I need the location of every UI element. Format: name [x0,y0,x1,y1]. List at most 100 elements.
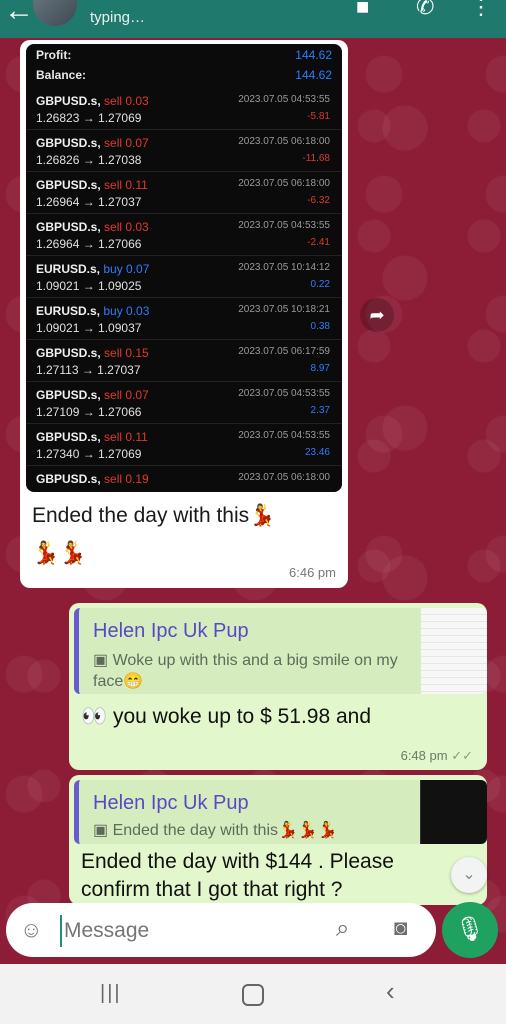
trade-profit: 0.22 [310,279,330,290]
outgoing-message-bubble[interactable]: Helen Ipc Uk Pup ▣ Woke up with this and… [69,603,487,770]
summary-label: Balance: [36,68,87,82]
quoted-image-thumbnail [421,608,487,694]
trade-side: buy 0.07 [103,262,150,276]
outgoing-message-bubble[interactable]: Helen Ipc Uk Pup ▣ Ended the day with th… [69,775,487,905]
trade-symbol: GBPUSD.s, sell 0.03 [36,220,149,234]
trade-prices: 1.27113 → 1.27037 [36,363,141,377]
trade-symbol: GBPUSD.s, sell 0.11 [36,430,148,444]
summary-label: Profit: [36,48,72,62]
symbol-text: GBPUSD.s, [36,178,101,192]
recent-apps-icon[interactable]: ||| [100,982,122,1005]
emoji-icon[interactable]: ☺ [20,917,42,943]
trade-side: sell 0.03 [104,220,149,234]
summary-row-balance: Balance: 144.62 [26,64,342,88]
trade-side: sell 0.07 [104,136,149,150]
trade-time: 2023.07.05 06:18:00 [238,472,330,483]
message-caption: Ended the day with this💃 [32,504,276,527]
trade-profit: -11.68 [302,153,330,164]
camera-icon[interactable]: ◙ [394,915,407,941]
trade-time: 2023.07.05 04:53:55 [238,430,330,441]
trade-row: GBPUSD.s, sell 0.07 1.27109 → 1.27066 2023… [26,381,342,423]
trade-row: EURUSD.s, buy 0.03 1.09021 → 1.09037 2023.… [26,297,342,339]
microphone-button[interactable]: 🎙 [442,902,498,958]
symbol-text: GBPUSD.s, [36,94,101,108]
double-check-icon: ✓✓ [451,748,473,763]
trade-symbol: EURUSD.s, buy 0.03 [36,304,149,318]
incoming-message-bubble[interactable]: Profit: 144.62 Balance: 144.62 GBPUSD.s,… [20,40,348,588]
trade-time: 2023.07.05 10:18:21 [238,304,330,315]
trade-symbol: GBPUSD.s, sell 0.11 [36,178,148,192]
trade-prices: 1.26964 → 1.27066 [36,237,142,251]
trade-time: 2023.07.05 10:14:12 [238,262,330,273]
trade-row: EURUSD.s, buy 0.07 1.09021 → 1.09025 2023.… [26,255,342,297]
back-icon[interactable]: ‹ [386,976,395,1007]
trade-side: sell 0.11 [104,430,148,444]
trade-prices: 1.26823 → 1.27069 [36,111,142,125]
trade-symbol: GBPUSD.s, sell 0.07 [36,136,149,150]
forward-icon[interactable]: ➦ [360,298,394,332]
trade-profit: 0.38 [310,321,330,332]
message-text: Ended the day with $144 . Please confirm… [81,850,394,901]
trade-time: 2023.07.05 06:18:00 [238,178,330,189]
trade-symbol: GBPUSD.s, sell 0.03 [36,94,149,108]
trade-side: sell 0.07 [104,388,149,402]
symbol-text: GBPUSD.s, [36,388,101,402]
trade-symbol: GBPUSD.s, sell 0.19 [36,472,149,486]
message-input[interactable] [60,915,336,947]
contact-avatar[interactable] [33,0,77,26]
image-icon: ▣ [93,652,113,669]
symbol-text: EURUSD.s, [36,304,101,318]
trade-profit: -2.41 [307,237,330,248]
message-meta: 6:48 pm ✓✓ [401,748,473,764]
trade-profit: -6.32 [307,195,330,206]
message-text: 👀 you woke up to $ 51.98 and [81,705,372,728]
trade-prices: 1.27109 → 1.27066 [36,405,142,419]
trade-prices: 1.09021 → 1.09025 [36,279,142,293]
symbol-text: GBPUSD.s, [36,136,101,150]
attachment-icon[interactable]: ⌕ [336,915,349,943]
summary-value: 144.62 [295,68,332,82]
trade-prices: 1.27340 → 1.27069 [36,447,142,461]
message-emoji-line: 💃💃 [32,540,87,565]
trade-profit: 8.97 [310,363,330,374]
scroll-down-button[interactable]: ⌄ [451,857,487,893]
symbol-text: GBPUSD.s, [36,430,101,444]
message-input-bar: ☺ ⌕ ◙ [6,903,436,957]
home-icon[interactable] [242,984,264,1006]
voice-call-icon[interactable]: ✆ [416,0,434,20]
trade-row: GBPUSD.s, sell 0.03 1.26823 → 1.27069 2023… [26,88,342,129]
message-time: 6:48 pm [400,748,448,763]
trade-profit: 2.37 [310,405,330,416]
chat-header: ← typing… ■ ✆ ⋮ [0,0,506,38]
trade-profit: 23.46 [304,447,330,458]
trade-prices: 1.26826 → 1.27038 [36,153,142,167]
quoted-text: Woke up with this and a big smile on my … [93,652,398,690]
trading-history-image[interactable]: Profit: 144.62 Balance: 144.62 GBPUSD.s,… [26,44,342,492]
trade-row: GBPUSD.s, sell 0.11 1.27340 → 1.27069 2023… [26,423,342,465]
symbol-text: GBPUSD.s, [36,472,101,486]
quoted-message[interactable]: Helen Ipc Uk Pup ▣ Ended the day with th… [74,780,487,844]
trade-symbol: EURUSD.s, buy 0.07 [36,262,149,276]
more-options-icon[interactable]: ⋮ [470,0,492,20]
quoted-sender-name: Helen Ipc Uk Pup [93,620,249,642]
trade-time: 2023.07.05 04:53:55 [238,94,330,105]
trade-side: sell 0.15 [104,346,149,360]
back-arrow-icon[interactable]: ← [4,0,34,28]
message-time: 6:46 pm [289,565,336,580]
trade-time: 2023.07.05 06:18:00 [238,136,330,147]
trade-symbol: GBPUSD.s, sell 0.07 [36,388,149,402]
trade-symbol: GBPUSD.s, sell 0.15 [36,346,149,360]
symbol-text: GBPUSD.s, [36,220,101,234]
quoted-text-wrap: ▣ Ended the day with this💃💃💃 [93,820,338,841]
symbol-text: GBPUSD.s, [36,346,101,360]
quoted-sender-name: Helen Ipc Uk Pup [93,792,249,814]
trade-side: sell 0.19 [104,472,149,486]
quoted-text-wrap: ▣ Woke up with this and a big smile on m… [93,650,413,692]
quoted-message[interactable]: Helen Ipc Uk Pup ▣ Woke up with this and… [74,608,487,694]
symbol-text: EURUSD.s, [36,262,101,276]
summary-row-profit: Profit: 144.62 [26,44,342,64]
trade-time: 2023.07.05 04:53:55 [238,220,330,231]
video-call-icon[interactable]: ■ [356,0,369,20]
system-navigation-bar: ||| ‹ [0,964,506,1024]
trade-row: GBPUSD.s, sell 0.07 1.26826 → 1.27038 2023… [26,129,342,171]
